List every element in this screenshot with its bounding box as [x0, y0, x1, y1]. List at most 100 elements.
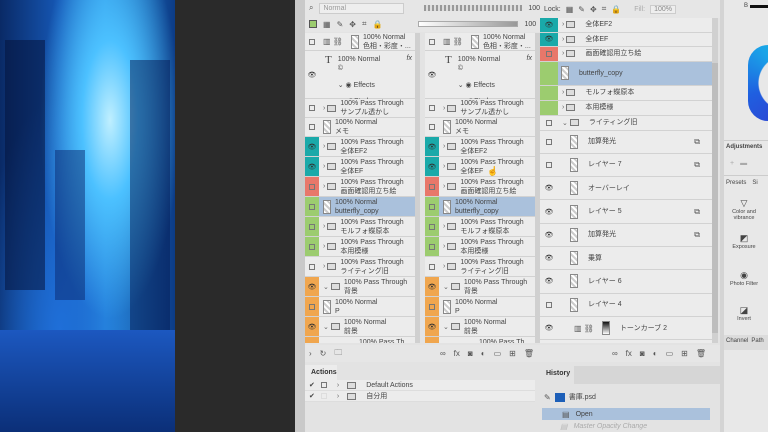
visibility-toggle[interactable] — [305, 177, 319, 196]
visibility-toggle[interactable]: 👁 — [305, 137, 319, 156]
layer-row[interactable]: 👁 ⌄ 100% Normal 前景 — [305, 317, 420, 337]
expand-chevron-icon[interactable]: ⌄ — [323, 323, 329, 331]
layer-row[interactable]: 👁 乗算 — [540, 247, 712, 271]
expand-chevron-icon[interactable]: › — [443, 263, 445, 270]
visibility-toggle[interactable]: 👁 — [540, 200, 558, 222]
layer-row[interactable]: ⌄ ライティング旧 — [540, 115, 712, 131]
visibility-toggle[interactable]: 👁 — [540, 247, 558, 269]
visibility-toggle[interactable]: 👁 — [540, 32, 558, 46]
visibility-toggle[interactable]: 👁 — [305, 51, 319, 98]
color-slider[interactable] — [750, 5, 768, 8]
visibility-toggle[interactable] — [305, 99, 319, 117]
history-snapshot[interactable]: ✎ 書庫.psd — [540, 384, 720, 406]
scrollbar[interactable] — [712, 18, 718, 343]
lock-transparency-icon[interactable]: ▦ — [566, 5, 574, 14]
checkmark-icon[interactable]: ✔ — [309, 392, 315, 400]
layer-row[interactable]: 👁 › 100% Pass Through 全体EF2 — [425, 137, 540, 157]
visibility-toggle[interactable] — [540, 61, 558, 85]
visibility-toggle[interactable]: 👁 — [425, 51, 439, 98]
expand-chevron-icon[interactable]: › — [562, 50, 564, 57]
layer-row[interactable]: 👁 › 100% Pass Through 全体EF2 — [305, 137, 420, 157]
visibility-toggle[interactable]: 👁 — [425, 157, 439, 176]
preset-exposure[interactable]: ◩ Exposure — [724, 233, 764, 250]
add-icon[interactable]: + — [730, 160, 734, 167]
visibility-toggle[interactable] — [425, 33, 439, 50]
mask-icon[interactable]: ◙ — [640, 349, 645, 358]
folder-search-icon[interactable]: 🗀 — [334, 347, 342, 361]
layer-row[interactable]: 100% Normal P — [425, 297, 540, 317]
visibility-toggle[interactable] — [305, 297, 319, 316]
layer-row[interactable]: 👁 ▥ ⛓ トーンカーブ 2 — [540, 316, 712, 341]
layer-row[interactable]: 👁T100% Normal©⌄ ◉ Effects◉Strokefx — [305, 51, 420, 105]
expand-chevron-icon[interactable]: › — [323, 263, 325, 270]
mask-icon[interactable]: ◙ — [468, 349, 473, 358]
layer-row[interactable]: › 100% Pass Through ライティング旧 — [305, 257, 420, 277]
visibility-toggle[interactable] — [305, 118, 319, 136]
expand-chevron-icon[interactable]: › — [562, 36, 564, 43]
artboard-icon[interactable]: ⌗ — [602, 4, 607, 14]
expand-chevron-icon[interactable]: › — [562, 89, 564, 96]
new-group-icon[interactable]: ▭ — [494, 349, 502, 358]
fill-value[interactable]: 100 — [524, 21, 536, 28]
expand-chevron-icon[interactable]: › — [323, 223, 325, 230]
layer-row[interactable]: › 100% Pass Through 画面確認用立ち絵 — [425, 177, 540, 197]
visibility-toggle[interactable] — [425, 237, 439, 256]
scrollbar[interactable] — [415, 33, 420, 343]
visibility-toggle[interactable]: 👁 — [305, 317, 319, 336]
layer-row[interactable]: 100% Normal メモ — [425, 118, 540, 137]
layer-row[interactable]: › 100% Pass Through サンプル透かし — [305, 99, 420, 118]
expand-chevron-icon[interactable]: › — [323, 163, 325, 170]
history-item-open[interactable]: ▤ Open — [542, 408, 710, 420]
visibility-toggle[interactable] — [540, 154, 558, 176]
new-layer-icon[interactable]: ⊞ — [509, 349, 516, 358]
layer-row[interactable]: 👁 レイヤー 5 ⧉ — [540, 200, 712, 224]
visibility-toggle[interactable] — [425, 99, 439, 117]
visibility-toggle[interactable] — [425, 257, 439, 276]
visibility-toggle[interactable] — [305, 237, 319, 256]
expand-chevron-icon[interactable]: › — [443, 243, 445, 250]
trash-icon[interactable]: 🗑 — [524, 349, 534, 358]
visibility-toggle[interactable] — [425, 337, 439, 343]
expand-chevron-icon[interactable]: ⌄ — [323, 283, 329, 291]
visibility-toggle[interactable] — [540, 85, 558, 100]
expand-chevron-icon[interactable]: › — [337, 382, 339, 389]
layer-row[interactable]: › 100% Pass Through 本用模様 — [425, 237, 540, 257]
expand-chevron-icon[interactable]: ⌄ — [443, 323, 449, 331]
visibility-toggle[interactable] — [305, 197, 319, 216]
layer-row[interactable]: › 100% Pass Through サンプル透かし — [425, 99, 540, 118]
visibility-toggle[interactable]: 👁 — [540, 317, 558, 339]
expand-chevron-icon[interactable]: › — [443, 105, 445, 112]
expand-chevron-icon[interactable]: › — [443, 223, 445, 230]
opacity-slider[interactable] — [423, 5, 523, 11]
layer-row[interactable]: 100% Normal P — [305, 297, 420, 317]
expand-chevron-icon[interactable]: › — [323, 243, 325, 250]
layer-row[interactable]: 👁 ⌄ 100% Pass Through 背景 — [305, 277, 420, 297]
layer-row[interactable]: ▥ ⛓ 100% Normal 色相・彩度・... — [305, 33, 420, 51]
dialog-toggle[interactable] — [320, 382, 327, 388]
expand-chevron-icon[interactable]: › — [443, 163, 445, 170]
blend-mode-select[interactable]: Normal — [319, 2, 404, 14]
new-group-icon[interactable]: ▭ — [666, 349, 674, 358]
expand-chevron-icon[interactable]: › — [337, 393, 339, 400]
visibility-toggle[interactable] — [425, 197, 439, 216]
folder-icon[interactable]: ▬ — [740, 160, 747, 167]
checkmark-icon[interactable]: ✔ — [309, 381, 315, 389]
layer-row[interactable]: 👁 ⌄ 100% Normal 前景 — [425, 317, 540, 337]
history-tab[interactable]: History — [540, 366, 574, 384]
actions-tab[interactable]: Actions — [305, 365, 337, 380]
preset-invert[interactable]: ◪ Invert — [724, 305, 764, 322]
history-item-opacity[interactable]: ▤ Master Opacity Change — [540, 420, 720, 432]
adjustment-icon[interactable]: ◐ — [481, 349, 486, 358]
visibility-toggle[interactable] — [425, 118, 439, 136]
lock-icon[interactable]: 🔒 — [611, 5, 621, 14]
dialog-toggle[interactable] — [320, 393, 327, 399]
visibility-toggle[interactable]: 👁 — [425, 317, 439, 336]
layer-row[interactable]: レイヤー 7 ⧉ — [540, 153, 712, 178]
expand-chevron-icon[interactable]: › — [323, 183, 325, 190]
expand-chevron-icon[interactable]: › — [323, 143, 325, 150]
layer-row[interactable]: › 画面確認用立ち絵 — [540, 47, 712, 62]
adjustment-icon[interactable]: ◐ — [653, 349, 658, 358]
lock-icon[interactable]: 🔒 — [372, 20, 382, 29]
fx-icon[interactable]: fx — [626, 349, 632, 358]
visibility-toggle[interactable] — [305, 33, 319, 50]
